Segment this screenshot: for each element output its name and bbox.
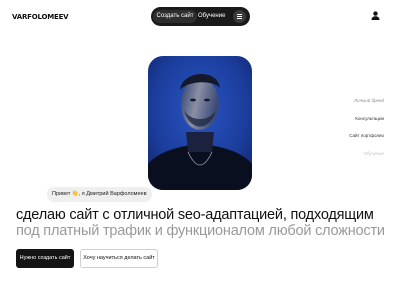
need-site-button[interactable]: Нужно создать сайт — [16, 249, 74, 268]
greeting-badge: Привет 👋, я Дмитрий Варфоломеев — [47, 187, 152, 202]
nav-learning-link[interactable]: Обучение — [198, 10, 225, 23]
hero-portrait — [148, 56, 252, 190]
hero-headline: сделаю сайт с отличной seo-адаптацией, п… — [16, 207, 385, 239]
side-nav-item-learning[interactable]: Обучение — [364, 151, 385, 156]
headline-line-2: под платный трафик и функционалом любой … — [16, 223, 385, 239]
nav-create-site-button[interactable]: Создать сайт — [153, 10, 197, 23]
logo[interactable]: VARFOLOMEEV — [12, 13, 69, 21]
user-icon[interactable] — [370, 10, 381, 21]
headline-line-1: сделаю сайт с отличной seo-адаптацией, п… — [16, 207, 374, 223]
side-nav-item-portfolio-site[interactable]: Сайт портфолио — [349, 133, 384, 138]
top-nav: Создать сайт Обучение — [151, 7, 250, 26]
side-nav-item-personal-brand[interactable]: Личный бренд — [354, 98, 384, 103]
side-nav-item-consultations[interactable]: Консультации — [355, 116, 384, 121]
menu-button[interactable] — [233, 10, 246, 23]
learn-to-make-site-button[interactable]: Хочу научиться делать сайт — [80, 249, 158, 268]
